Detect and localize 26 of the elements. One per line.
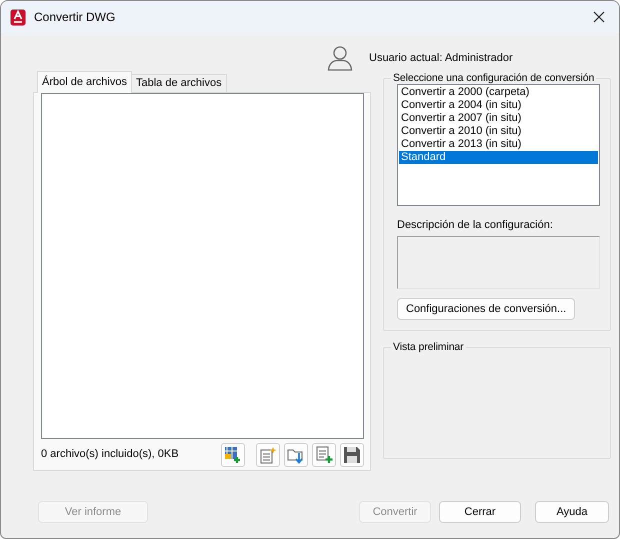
close-dialog-button[interactable]: Cerrar — [439, 501, 521, 523]
window-title: Convertir DWG — [34, 9, 116, 26]
save-icon[interactable] — [340, 442, 364, 467]
description-label: Descripción de la configuración: — [397, 218, 554, 232]
setup-listbox[interactable]: Convertir a 2000 (carpeta) Convertir a 2004 (in situ) Convertir a 2007 (in situ) Convertir a 2010 (in situ) Convertir a 2013 (in situ) Standard — [397, 84, 600, 206]
app-icon — [10, 8, 26, 26]
list-add-icon[interactable] — [312, 442, 336, 467]
tab[interactable]: Árbol de archivos — [37, 71, 132, 93]
user-icon — [327, 45, 353, 71]
help-button[interactable]: Ayuda — [535, 501, 609, 523]
tab[interactable]: Tabla de archivos — [131, 74, 227, 92]
list-item[interactable]: Convertir a 2004 (in situ) — [399, 99, 598, 112]
list-item[interactable]: Convertir a 2010 (in situ) — [399, 125, 598, 138]
list-item[interactable]: Convertir a 2007 (in situ) — [399, 112, 598, 125]
map-add-icon[interactable] — [221, 442, 245, 467]
folder-download-icon[interactable] — [284, 442, 308, 467]
list-item[interactable]: Convertir a 2013 (in situ) — [399, 138, 598, 151]
group-title: Seleccione una configuración de conversión — [392, 71, 596, 85]
new-list-icon[interactable] — [256, 442, 280, 467]
list-item[interactable]: Convertir a 2000 (carpeta) — [399, 86, 598, 99]
group-title: Vista preliminar — [392, 340, 465, 354]
close-icon — [593, 11, 605, 23]
list-item[interactable]: Standard — [399, 151, 598, 164]
status-text: 0 archivo(s) incluido(s), 0KB — [41, 447, 179, 462]
current-user-label: Usuario actual: Administrador — [369, 50, 513, 66]
conversion-setups-button[interactable]: Configuraciones de conversión... — [397, 298, 576, 320]
